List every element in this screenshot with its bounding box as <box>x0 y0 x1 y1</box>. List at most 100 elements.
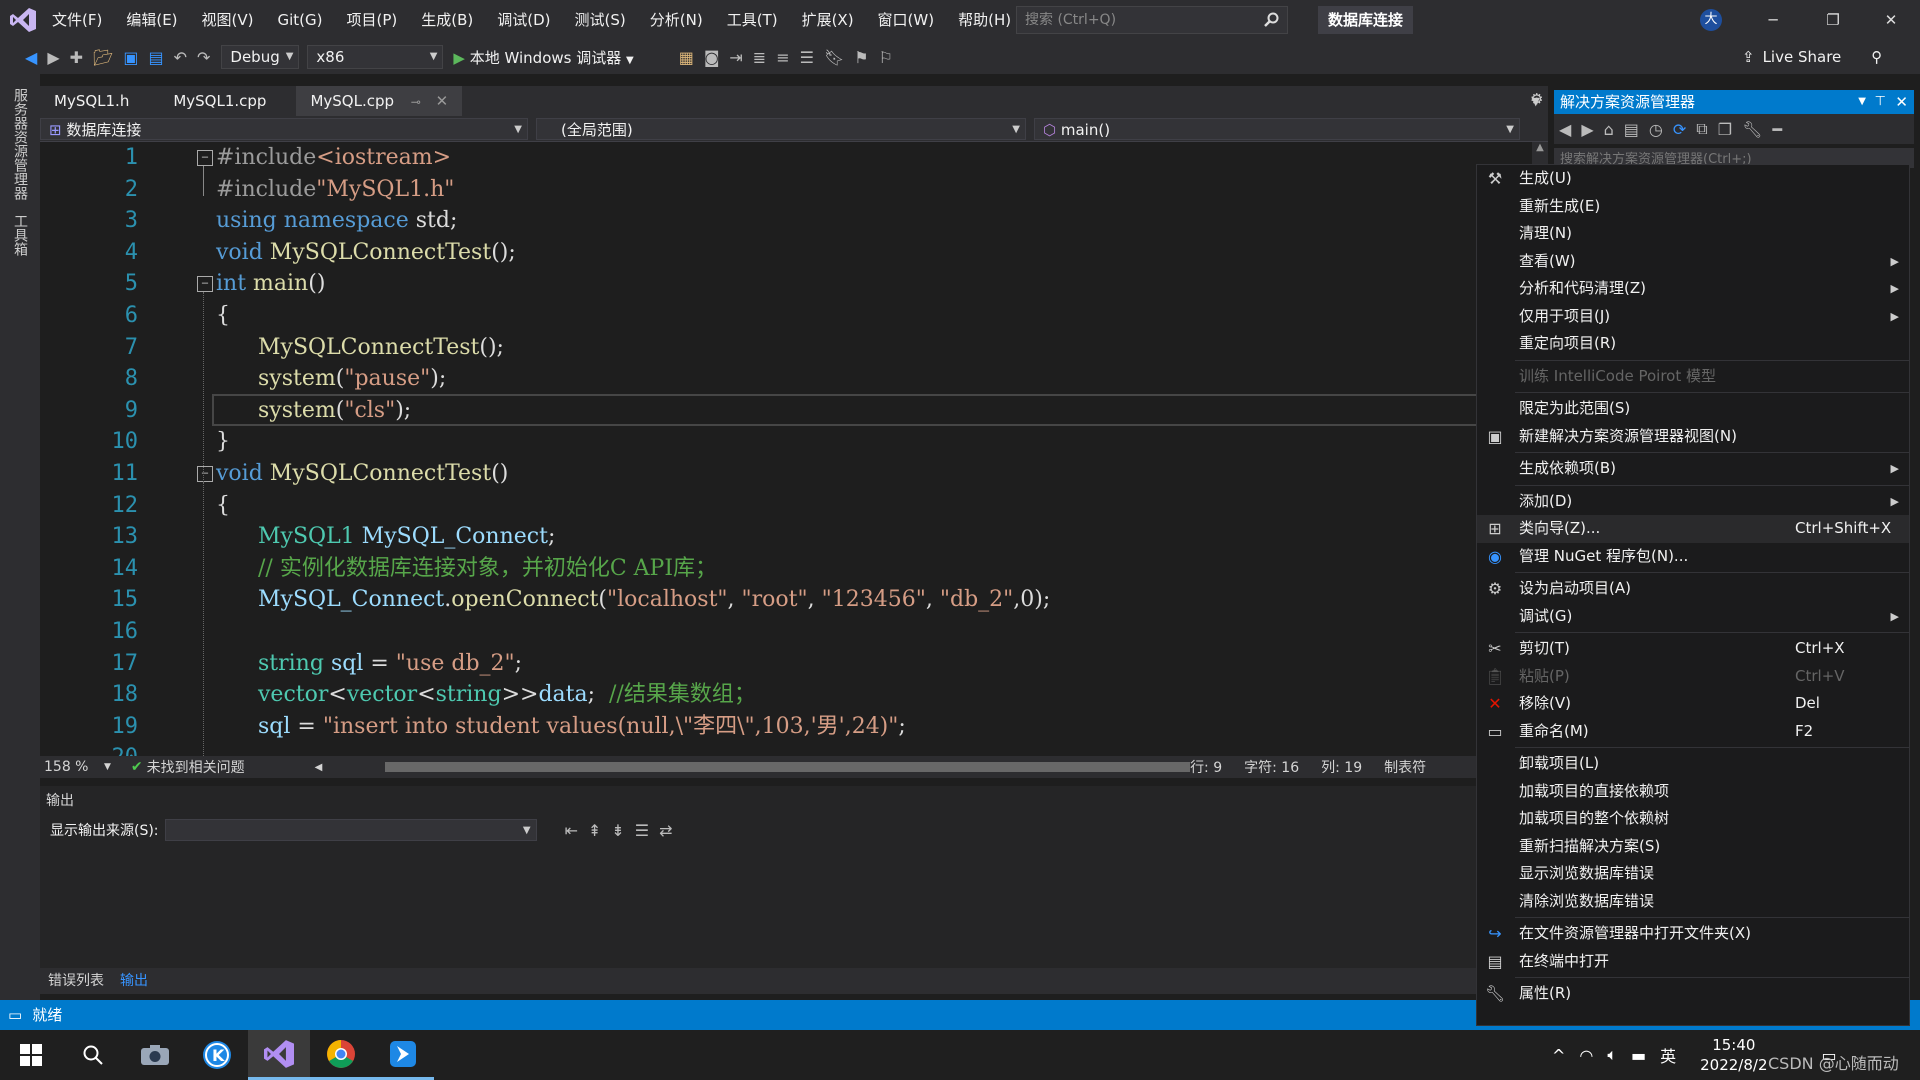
forward-icon[interactable]: ▶ <box>1581 120 1593 139</box>
back-icon[interactable]: ◀ <box>25 48 37 67</box>
context-menu-item[interactable]: ✕ 移除(V) Del <box>1477 690 1909 718</box>
k-app-icon[interactable]: K <box>186 1030 248 1080</box>
live-share-button[interactable]: ⇪ Live Share ⚲ <box>1742 40 1882 74</box>
context-menu-item[interactable]: 调试(G) ▶ <box>1477 603 1909 631</box>
tab-error-list[interactable]: 错误列表 <box>40 968 112 994</box>
step-icon[interactable]: ⇥ <box>729 48 742 67</box>
context-menu-item[interactable]: ◉ 管理 NuGet 程序包(N)... <box>1477 543 1909 571</box>
context-menu-item[interactable]: 仅用于项目(J) ▶ <box>1477 303 1909 331</box>
volume-icon[interactable]: 🔈︎ <box>1607 1045 1617 1065</box>
indent-icon[interactable]: ≣ <box>753 48 766 67</box>
home-icon[interactable]: ⌂ <box>1604 120 1614 139</box>
scroll-left-icon[interactable]: ◀ <box>315 762 323 773</box>
ime-indicator[interactable]: 英 <box>1660 1043 1676 1067</box>
minimize-icon[interactable]: ─ <box>1744 0 1802 40</box>
context-menu-item[interactable]: 加载项目的整个依赖树 <box>1477 805 1909 833</box>
context-menu-item[interactable]: ▤ 在终端中打开 <box>1477 948 1909 976</box>
context-menu-item[interactable]: ⊞ 类向导(Z)... Ctrl+Shift+X <box>1477 515 1909 543</box>
code-editor[interactable]: 1 2 3 4 5 6 7 8 9 10 11 12 13 14 15 16 1… <box>40 142 1548 756</box>
word-wrap-icon[interactable]: ⇄ <box>659 821 672 840</box>
wifi-icon[interactable]: ◠ <box>1579 1046 1593 1065</box>
output-source-dropdown[interactable]: ▼ <box>164 819 537 841</box>
search-icon[interactable] <box>1263 11 1279 37</box>
context-menu-item[interactable]: 清理(N) <box>1477 220 1909 248</box>
menu-analyze[interactable]: 分析(N) <box>638 0 715 40</box>
tab-mode[interactable]: 制表符 <box>1384 757 1426 777</box>
find-message-icon[interactable]: ⇤ <box>565 821 578 840</box>
menu-test[interactable]: 测试(S) <box>563 0 638 40</box>
minus-icon[interactable]: ━ <box>1772 120 1782 139</box>
menu-extensions[interactable]: 扩展(X) <box>790 0 866 40</box>
config-select[interactable]: Debug ▼ <box>221 45 300 69</box>
back-icon[interactable]: ◀ <box>1559 120 1571 139</box>
scope-dropdown[interactable]: (全局范围) ▼ <box>536 117 1026 140</box>
fold-collapse-icon[interactable]: − <box>197 466 213 482</box>
close-tab-icon[interactable]: ✕ <box>436 92 449 110</box>
comment-icon[interactable]: ☰ <box>800 48 814 67</box>
pin-icon[interactable]: ⊤ <box>1875 90 1886 114</box>
history-icon[interactable]: ◷ <box>1649 120 1663 139</box>
outdent-icon[interactable]: ≡ <box>776 48 789 67</box>
save-all-icon[interactable]: ▤ <box>148 48 163 67</box>
menu-debug[interactable]: 调试(D) <box>485 0 562 40</box>
folder-icon[interactable]: ▦ <box>679 48 694 67</box>
bookmark-next-icon[interactable]: ⚐ <box>879 48 893 67</box>
scroll-up-icon[interactable]: ▲ <box>1532 142 1548 153</box>
context-menu-item[interactable]: 分析和代码清理(Z) ▶ <box>1477 275 1909 303</box>
run-debugger-button[interactable]: ▶ 本地 Windows 调试器 ▼ <box>453 47 633 68</box>
menu-help[interactable]: 帮助(H) <box>946 0 1023 40</box>
context-menu-item[interactable]: 显示浏览数据库错误 <box>1477 860 1909 888</box>
context-menu-item[interactable]: ▣ 新建解决方案资源管理器视图(N) <box>1477 423 1909 451</box>
visual-studio-logo-icon[interactable] <box>10 8 36 36</box>
context-menu-item[interactable]: 查看(W) ▶ <box>1477 248 1909 276</box>
issues-indicator[interactable]: 未找到相关问题 <box>147 757 245 777</box>
context-menu-item[interactable]: ✂ 剪切(T) Ctrl+X <box>1477 635 1909 663</box>
context-menu-item[interactable]: ⚙ 设为启动项目(A) <box>1477 575 1909 603</box>
avatar[interactable]: 大 <box>1700 9 1722 31</box>
feedback-icon[interactable]: ⚲ <box>1871 40 1882 74</box>
fold-collapse-icon[interactable]: − <box>197 276 213 292</box>
horizontal-scrollbar-thumb[interactable] <box>385 762 1190 772</box>
show-all-files-icon[interactable]: ❐ <box>1718 120 1732 139</box>
tray-chevron-up-icon[interactable]: ^ <box>1552 1046 1565 1065</box>
clear-all-icon[interactable]: ☰ <box>635 821 649 840</box>
pin-icon[interactable]: ⊸ <box>411 95 421 109</box>
battery-icon[interactable]: ▬ <box>1631 1046 1646 1065</box>
forward-icon[interactable]: ▶ <box>47 48 59 67</box>
zoom-select[interactable]: 158 % <box>44 759 104 775</box>
context-menu-item[interactable]: 卸载项目(L) <box>1477 750 1909 778</box>
tab-mysql-cpp[interactable]: MySQL.cpp ⊸ ✕ <box>296 86 463 116</box>
context-menu-item[interactable]: 🔧︎ 属性(R) <box>1477 980 1909 1008</box>
close-icon[interactable]: ✕ <box>1862 0 1920 40</box>
search-input[interactable]: 搜索 (Ctrl+Q) <box>1016 6 1288 34</box>
menu-git[interactable]: Git(G) <box>266 0 335 40</box>
next-message-icon[interactable]: ⇟ <box>611 821 624 840</box>
prev-message-icon[interactable]: ⇞ <box>588 821 601 840</box>
menu-edit[interactable]: 编辑(E) <box>114 0 189 40</box>
member-dropdown[interactable]: ⬡ main() ▼ <box>1034 117 1520 140</box>
menu-build[interactable]: 生成(B) <box>409 0 485 40</box>
gear-icon[interactable]: ⚙ <box>1530 90 1543 108</box>
toolbox-tab[interactable]: 工具箱 <box>10 214 30 256</box>
menu-view[interactable]: 视图(V) <box>190 0 266 40</box>
menu-file[interactable]: 文件(F) <box>40 0 114 40</box>
menu-tools[interactable]: 工具(T) <box>715 0 790 40</box>
tab-output[interactable]: 输出 <box>112 968 156 994</box>
new-project-icon[interactable]: ✚ <box>70 48 83 67</box>
collapse-all-icon[interactable]: ⧉ <box>1696 119 1707 139</box>
windows-start-icon[interactable] <box>0 1030 62 1080</box>
chrome-icon[interactable] <box>310 1030 372 1080</box>
open-folder-icon[interactable]: 📂︎ <box>93 48 113 67</box>
visual-studio-icon[interactable] <box>248 1030 310 1080</box>
context-menu-item[interactable]: ▭ 重命名(M) F2 <box>1477 718 1909 746</box>
wrench-icon[interactable]: 🔧︎ <box>1742 120 1762 139</box>
undo-icon[interactable]: ↶ <box>174 48 187 67</box>
restore-icon[interactable]: ❐ <box>1804 0 1862 40</box>
chevron-down-icon[interactable]: ▼ <box>1858 90 1866 114</box>
platform-select[interactable]: x86 ▼ <box>307 45 444 69</box>
context-menu-item[interactable]: 重新生成(E) <box>1477 193 1909 221</box>
screenshot-icon[interactable]: ◙ <box>704 48 720 67</box>
fold-collapse-icon[interactable]: − <box>197 150 213 166</box>
context-menu-item[interactable]: 加载项目的直接依赖项 <box>1477 778 1909 806</box>
context-menu-item[interactable]: ⚒ 生成(U) <box>1477 165 1909 193</box>
